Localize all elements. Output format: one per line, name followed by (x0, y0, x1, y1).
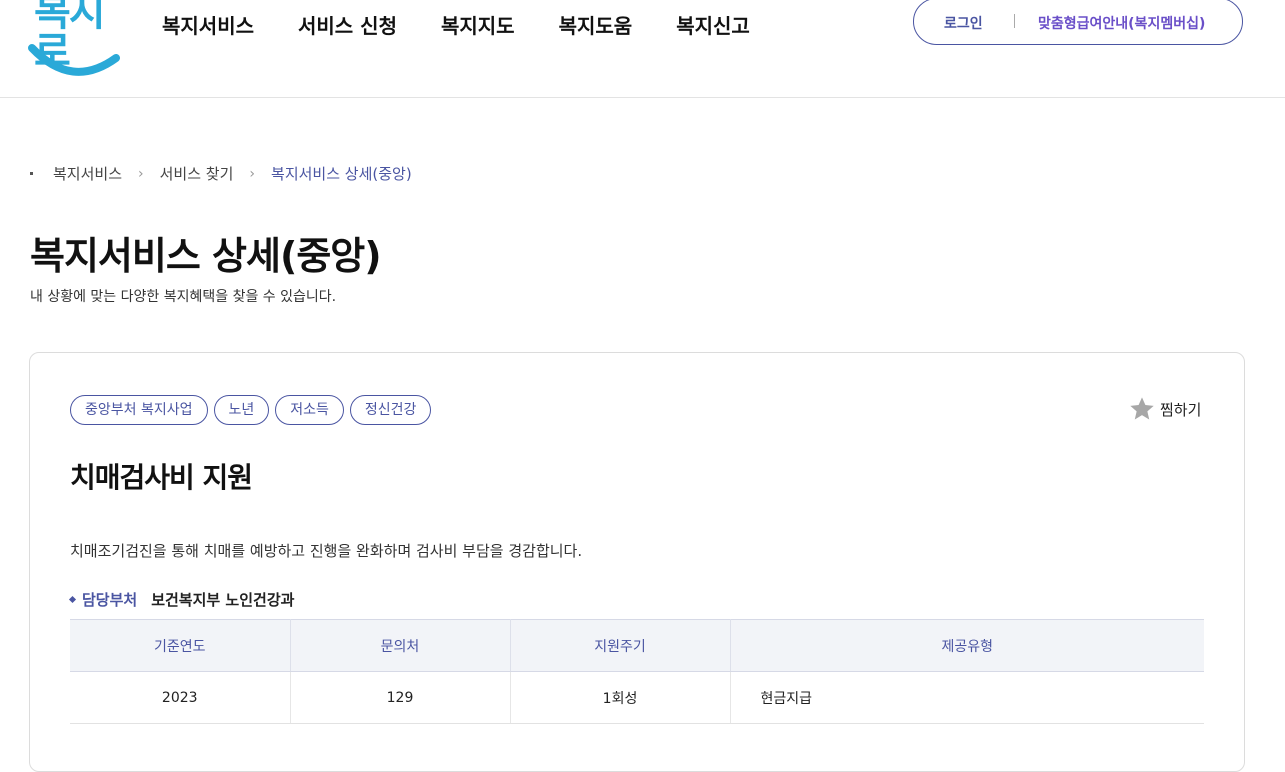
department-value: 보건복지부 노인건강과 (151, 591, 295, 609)
table-cell: 2023 (70, 671, 291, 724)
department-info: 담당부처 보건복지부 노인건강과 (68, 589, 295, 610)
nav-welfare-services[interactable]: 복지서비스 (162, 10, 254, 39)
breadcrumb: 복지서비스 › 서비스 찾기 › 복지서비스 상세(중앙) (30, 163, 412, 184)
department-label: 담당부처 (82, 591, 138, 609)
tag[interactable]: 노년 (213, 395, 270, 425)
logo-smile-icon (28, 44, 120, 76)
favorite-button[interactable]: 찜하기 (1128, 395, 1201, 423)
tag[interactable]: 정신건강 (349, 395, 432, 425)
service-title: 치매검사비 지원 (70, 461, 253, 494)
login-link[interactable]: 로그인 (944, 13, 983, 33)
table-header-row: 기준연도 문의처 지원주기 제공유형 (70, 619, 1204, 672)
diamond-bullet-icon (68, 595, 77, 604)
breadcrumb-current: 복지서비스 상세(중앙) (271, 165, 412, 183)
home-bullet-icon (30, 172, 33, 175)
nav-welfare-map[interactable]: 복지지도 (441, 10, 515, 39)
page-title: 복지서비스 상세(중앙) (30, 234, 382, 278)
table-cell: 1회성 (510, 671, 731, 724)
service-detail-card: 중앙부처 복지사업 노년 저소득 정신건강 찜하기 치매검사비 지원 치매조기검… (29, 352, 1245, 772)
page-subtitle: 내 상황에 맞는 다양한 복지혜택을 찾을 수 있습니다. (30, 289, 337, 305)
table-row: 2023 129 1회성 현금지급 (70, 671, 1204, 724)
chevron-right-icon: › (138, 165, 144, 182)
tag[interactable]: 저소득 (275, 395, 344, 425)
star-icon (1130, 397, 1154, 420)
chevron-right-icon: › (249, 165, 256, 182)
tag[interactable]: 중앙부처 복지사업 (70, 395, 208, 425)
nav-welfare-help[interactable]: 복지도움 (559, 10, 633, 39)
breadcrumb-service-search[interactable]: 서비스 찾기 (160, 163, 234, 184)
service-description: 치매조기검진을 통해 치매를 예방하고 진행을 완화하며 검사비 부담을 경감합… (70, 542, 583, 560)
nav-service-apply[interactable]: 서비스 신청 (298, 10, 397, 39)
divider (1014, 14, 1015, 28)
site-header: 복지로 복지서비스 서비스 신청 복지지도 복지도움 복지신고 로그인 맞춤형급… (0, 0, 1285, 98)
column-header: 지원주기 (510, 619, 731, 672)
main-nav: 복지서비스 서비스 신청 복지지도 복지도움 복지신고 (162, 10, 750, 39)
breadcrumb-welfare-services[interactable]: 복지서비스 (53, 163, 122, 184)
table-cell: 129 (290, 671, 511, 724)
column-header: 문의처 (290, 619, 511, 672)
column-header: 기준연도 (70, 619, 291, 672)
service-info-table: 기준연도 문의처 지원주기 제공유형 2023 129 1회성 현금지급 (70, 619, 1204, 724)
tag-list: 중앙부처 복지사업 노년 저소득 정신건강 (70, 395, 432, 425)
membership-link[interactable]: 맞춤형급여안내(복지멤버십) (1038, 13, 1205, 33)
nav-welfare-report[interactable]: 복지신고 (676, 10, 750, 39)
table-cell: 현금지급 (730, 671, 1204, 724)
utility-menu: 로그인 맞춤형급여안내(복지멤버십) (913, 0, 1243, 45)
logo[interactable]: 복지로 (28, 0, 120, 80)
column-header: 제공유형 (730, 619, 1204, 672)
favorite-label: 찜하기 (1160, 400, 1202, 419)
